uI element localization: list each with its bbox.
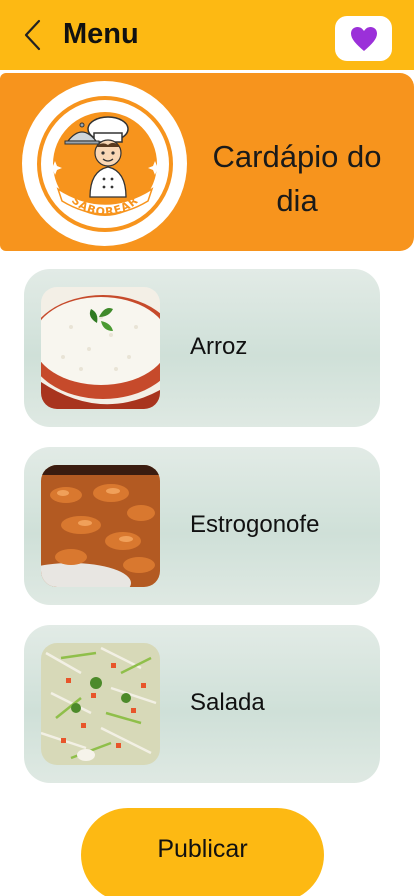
menu-item-salad[interactable]: Salada <box>24 625 380 783</box>
daily-menu-title: Cardápio do dia <box>212 139 382 218</box>
heart-icon <box>350 26 377 51</box>
rice-image <box>41 287 160 409</box>
menu-item-rice[interactable]: Arroz <box>24 269 380 427</box>
menu-item-label: Arroz <box>190 333 248 360</box>
page-title: Menu <box>63 18 139 50</box>
daily-menu-banner: SABOREAR Cardápio do dia <box>0 73 414 251</box>
back-button[interactable] <box>20 18 46 52</box>
menu-item-stroganoff[interactable]: Estrogonofe <box>24 447 380 605</box>
favorites-button[interactable] <box>335 16 392 61</box>
publish-button[interactable]: Publicar <box>81 808 324 896</box>
top-app-bar: Menu <box>0 0 414 70</box>
saborear-logo: SABOREAR <box>22 81 187 246</box>
chevron-left-icon <box>24 19 41 51</box>
chef-logo-icon: SABOREAR <box>36 95 173 232</box>
menu-item-label: Salada <box>190 689 265 716</box>
salad-image <box>41 643 160 765</box>
menu-item-label: Estrogonofe <box>190 511 320 538</box>
stroganoff-image <box>41 465 160 587</box>
